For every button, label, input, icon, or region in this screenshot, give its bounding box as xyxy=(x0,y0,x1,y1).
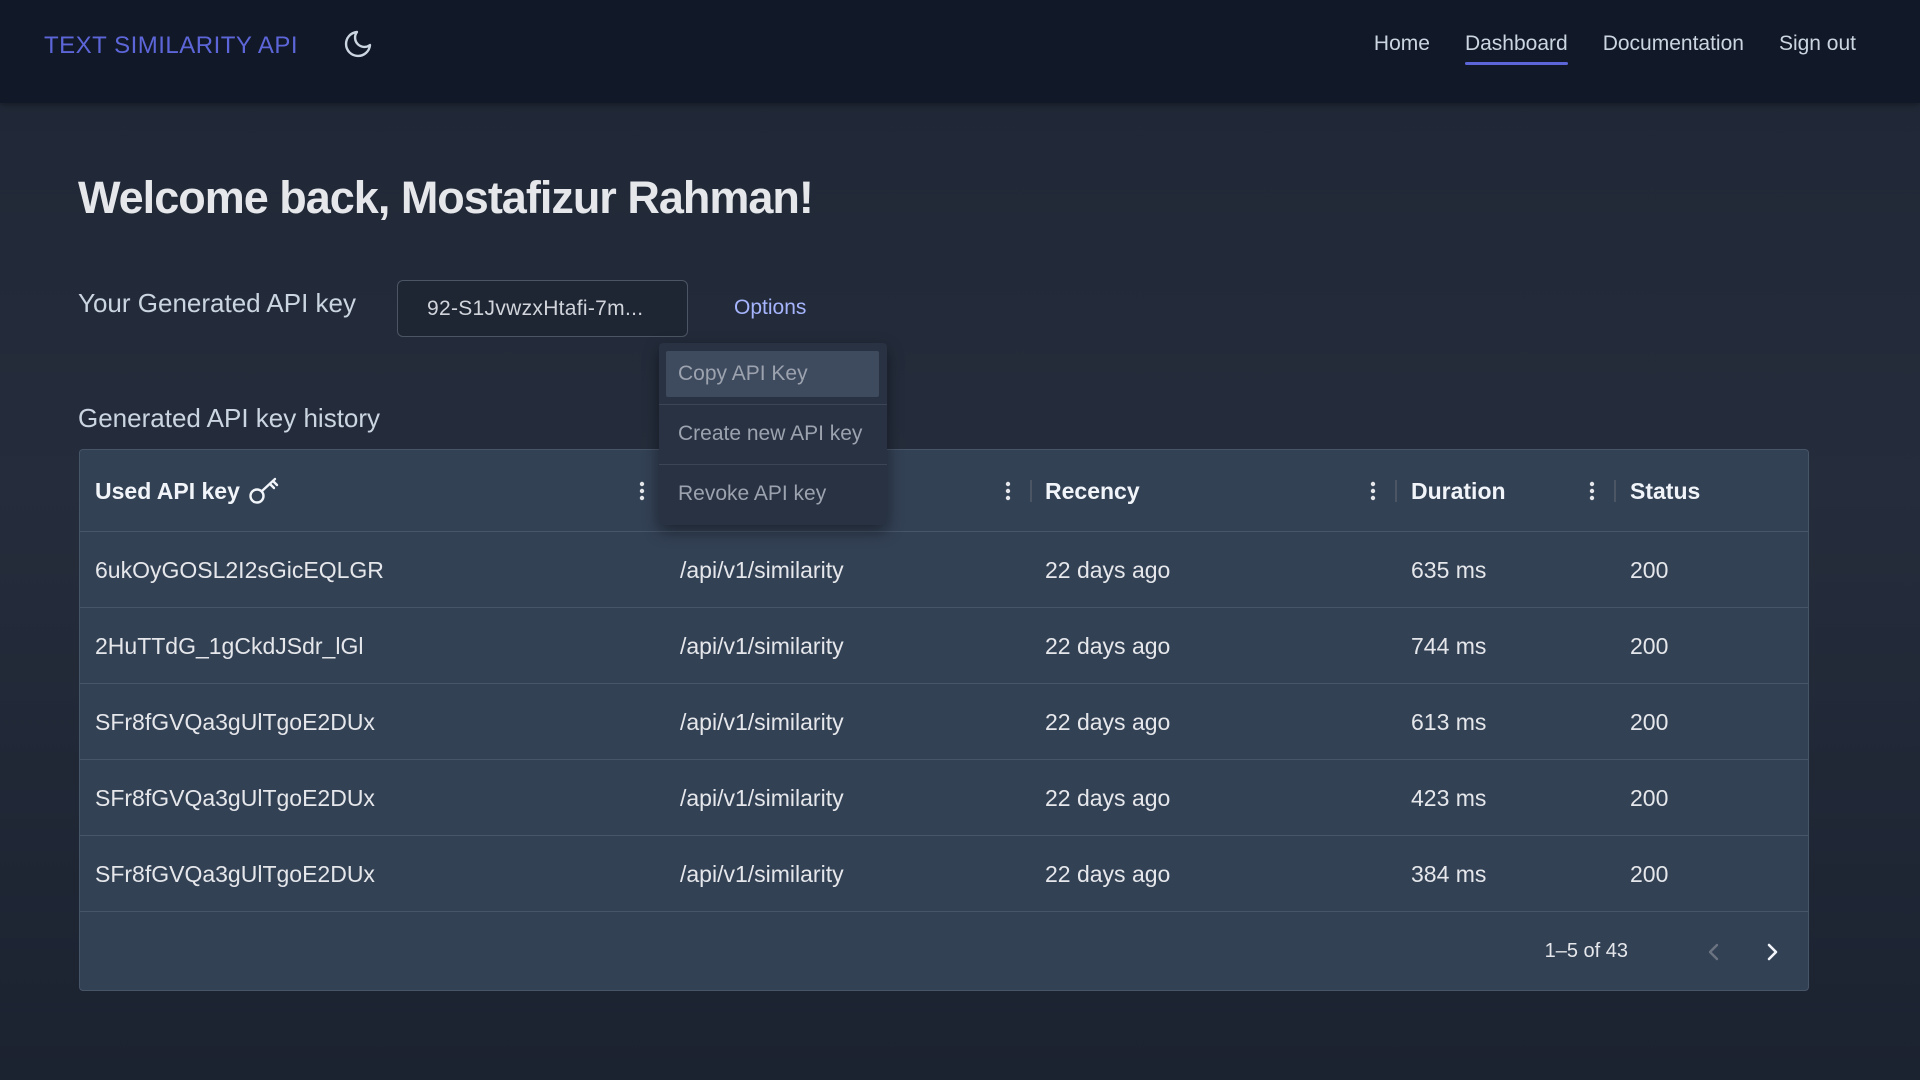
theme-toggle-button[interactable] xyxy=(340,26,376,62)
cell-status: 200 xyxy=(1630,860,1669,887)
cell-duration: 423 ms xyxy=(1411,784,1487,811)
column-menu-icon[interactable] xyxy=(629,478,655,504)
api-key-field[interactable]: 92-S1JvwzxHtafi-7m... xyxy=(397,280,688,337)
menu-item-create-new-api-key[interactable]: Create new API key xyxy=(659,404,887,464)
cell-duration: 635 ms xyxy=(1411,556,1487,583)
column-header-used-api-key[interactable]: Used API key xyxy=(95,450,282,532)
cell-duration: 744 ms xyxy=(1411,632,1487,659)
cell-path: /api/v1/similarity xyxy=(680,632,844,659)
table-row[interactable]: 2HuTTdG_1gCkdJSdr_lGl /api/v1/similarity… xyxy=(80,608,1808,684)
chevron-right-icon xyxy=(1767,943,1778,961)
cell-status: 200 xyxy=(1630,784,1669,811)
options-button[interactable]: Options xyxy=(734,296,806,320)
cell-api-key: SFr8fGVQa3gUlTgoE2DUx xyxy=(95,860,375,887)
cell-api-key: 6ukOyGOSL2I2sGicEQLGR xyxy=(95,556,384,583)
cell-path: /api/v1/similarity xyxy=(680,860,844,887)
table-row[interactable]: SFr8fGVQa3gUlTgoE2DUx /api/v1/similarity… xyxy=(80,836,1808,912)
pagination-range: 1–5 of 43 xyxy=(1544,940,1628,962)
column-header-duration[interactable]: Duration xyxy=(1411,450,1506,532)
column-separator[interactable] xyxy=(1614,480,1616,502)
column-menu-icon[interactable] xyxy=(1360,478,1386,504)
next-page-button[interactable] xyxy=(1754,934,1790,970)
cell-duration: 384 ms xyxy=(1411,860,1487,887)
column-menu-icon[interactable] xyxy=(1579,478,1605,504)
nav-link-dashboard[interactable]: Dashboard xyxy=(1464,32,1568,65)
cell-path: /api/v1/similarity xyxy=(680,784,844,811)
table-row[interactable]: SFr8fGVQa3gUlTgoE2DUx /api/v1/similarity… xyxy=(80,760,1808,836)
nav-link-sign-out[interactable]: Sign out xyxy=(1779,32,1856,62)
chevron-left-icon xyxy=(1708,943,1719,961)
menu-item-copy-api-key[interactable]: Copy API Key xyxy=(666,351,879,397)
column-header-label: Used API key xyxy=(95,477,240,504)
cell-api-key: 2HuTTdG_1gCkdJSdr_lGl xyxy=(95,632,364,659)
cell-recency: 22 days ago xyxy=(1045,708,1171,735)
api-key-label: Your Generated API key xyxy=(78,288,357,318)
moon-icon xyxy=(344,30,372,58)
column-header-status[interactable]: Status xyxy=(1630,450,1700,532)
nav-link-documentation[interactable]: Documentation xyxy=(1603,32,1744,62)
cell-recency: 22 days ago xyxy=(1045,632,1171,659)
column-separator[interactable] xyxy=(1030,480,1032,502)
cell-path: /api/v1/similarity xyxy=(680,708,844,735)
table-row[interactable]: SFr8fGVQa3gUlTgoE2DUx /api/v1/similarity… xyxy=(80,684,1808,760)
api-history-table: Used API key Recency Duration Status 6uk… xyxy=(79,449,1809,991)
table-row[interactable]: 6ukOyGOSL2I2sGicEQLGR /api/v1/similarity… xyxy=(80,532,1808,608)
cell-path: /api/v1/similarity xyxy=(680,556,844,583)
cell-status: 200 xyxy=(1630,632,1669,659)
menu-item-revoke-api-key[interactable]: Revoke API key xyxy=(659,464,887,524)
brand-logo[interactable]: TEXT SIMILARITY API xyxy=(44,32,298,60)
cell-status: 200 xyxy=(1630,708,1669,735)
nav-link-home[interactable]: Home xyxy=(1374,32,1430,62)
column-menu-icon[interactable] xyxy=(995,478,1021,504)
cell-recency: 22 days ago xyxy=(1045,860,1171,887)
cell-duration: 613 ms xyxy=(1411,708,1487,735)
column-header-recency[interactable]: Recency xyxy=(1045,450,1140,532)
cell-api-key: SFr8fGVQa3gUlTgoE2DUx xyxy=(95,784,375,811)
navbar: TEXT SIMILARITY API Home Dashboard Docum… xyxy=(0,0,1920,103)
nav-links: Home Dashboard Documentation Sign out xyxy=(1374,32,1856,65)
page-title: Welcome back, Mostafizur Rahman! xyxy=(78,172,814,223)
table-header: Used API key Recency Duration Status xyxy=(80,450,1808,532)
cell-recency: 22 days ago xyxy=(1045,784,1171,811)
history-title: Generated API key history xyxy=(78,403,381,433)
table-footer: 1–5 of 43 xyxy=(80,912,1808,990)
cell-status: 200 xyxy=(1630,556,1669,583)
column-separator[interactable] xyxy=(1395,480,1397,502)
key-icon xyxy=(249,477,279,504)
cell-api-key: SFr8fGVQa3gUlTgoE2DUx xyxy=(95,708,375,735)
prev-page-button[interactable] xyxy=(1696,934,1732,970)
cell-recency: 22 days ago xyxy=(1045,556,1171,583)
options-dropdown-menu: Copy API Key Create new API key Revoke A… xyxy=(659,343,887,525)
